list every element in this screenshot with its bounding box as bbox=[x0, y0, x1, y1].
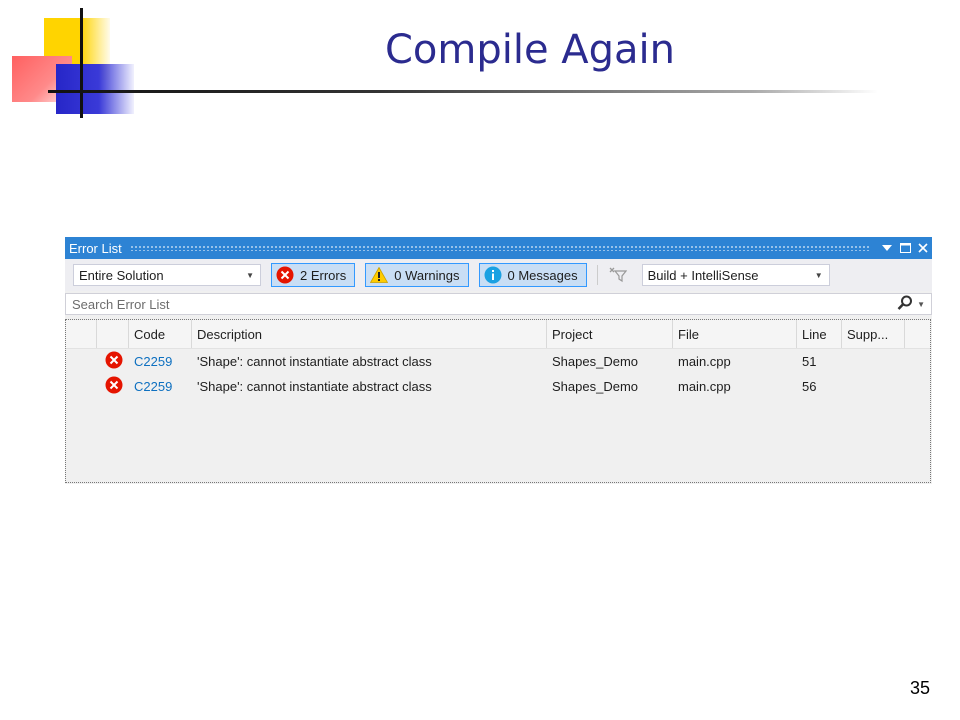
search-controls: ▼ bbox=[897, 295, 925, 314]
table-row[interactable]: C2259 'Shape': cannot instantiate abstra… bbox=[66, 349, 930, 374]
scope-combobox[interactable]: Entire Solution ▼ bbox=[73, 264, 261, 286]
info-icon bbox=[484, 266, 502, 284]
error-line: 51 bbox=[802, 354, 817, 369]
error-icon bbox=[97, 376, 129, 397]
column-header-code[interactable]: Code bbox=[129, 320, 192, 348]
source-combobox-value: Build + IntelliSense bbox=[647, 267, 759, 283]
error-description: 'Shape': cannot instantiate abstract cla… bbox=[197, 379, 432, 394]
errors-filter-label: 2 Errors bbox=[300, 267, 347, 283]
error-list-toolbar: Entire Solution ▼ 2 Errors 0 Warnings 0 … bbox=[65, 259, 932, 291]
error-code-link[interactable]: C2259 bbox=[129, 379, 192, 394]
error-file: main.cpp bbox=[678, 379, 731, 394]
error-table: Code Description Project File Line Supp.… bbox=[65, 319, 931, 483]
column-header-file[interactable]: File bbox=[673, 320, 797, 348]
error-project: Shapes_Demo bbox=[552, 379, 638, 394]
close-icon[interactable] bbox=[914, 238, 932, 258]
column-header-icon[interactable] bbox=[97, 320, 129, 348]
decor-horizontal-line bbox=[48, 90, 878, 93]
warning-icon bbox=[370, 267, 389, 283]
error-list-titlebar[interactable]: Error List bbox=[65, 237, 932, 259]
error-icon bbox=[97, 351, 129, 372]
table-row[interactable]: C2259 'Shape': cannot instantiate abstra… bbox=[66, 374, 930, 399]
titlebar-grip bbox=[129, 245, 870, 251]
error-description: 'Shape': cannot instantiate abstract cla… bbox=[197, 354, 432, 369]
search-error-list-input[interactable]: Search Error List ▼ bbox=[65, 293, 932, 315]
maximize-icon[interactable] bbox=[896, 238, 914, 258]
source-combobox[interactable]: Build + IntelliSense ▼ bbox=[641, 264, 830, 286]
error-file: main.cpp bbox=[678, 354, 731, 369]
column-header-blank[interactable] bbox=[66, 320, 97, 348]
column-header-project[interactable]: Project bbox=[547, 320, 673, 348]
messages-filter-button[interactable]: 0 Messages bbox=[478, 263, 587, 287]
search-placeholder: Search Error List bbox=[72, 296, 170, 312]
column-header-line[interactable]: Line bbox=[797, 320, 842, 348]
error-line: 56 bbox=[802, 379, 817, 394]
warnings-filter-button[interactable]: 0 Warnings bbox=[365, 263, 469, 287]
error-list-title: Error List bbox=[69, 240, 122, 256]
chevron-down-icon: ▼ bbox=[814, 270, 823, 280]
slide-title: Compile Again bbox=[384, 27, 676, 73]
chevron-down-icon: ▼ bbox=[246, 270, 254, 280]
toolbar-separator bbox=[596, 265, 598, 285]
clear-filter-icon[interactable] bbox=[606, 264, 630, 286]
column-header-suppression[interactable]: Supp... bbox=[842, 320, 905, 348]
error-code-link[interactable]: C2259 bbox=[129, 354, 192, 369]
column-header-description[interactable]: Description bbox=[192, 320, 547, 348]
table-header: Code Description Project File Line Supp.… bbox=[66, 320, 930, 349]
warnings-filter-label: 0 Warnings bbox=[394, 267, 460, 283]
error-icon bbox=[276, 266, 294, 284]
page-number: 35 bbox=[909, 678, 930, 698]
search-options-chevron-icon[interactable]: ▼ bbox=[917, 300, 925, 309]
errors-filter-button[interactable]: 2 Errors bbox=[271, 263, 356, 287]
window-dropdown-icon[interactable] bbox=[878, 238, 896, 258]
error-project: Shapes_Demo bbox=[552, 354, 638, 369]
messages-filter-label: 0 Messages bbox=[507, 267, 578, 283]
error-list-panel: Error List Entire Solution ▼ 2 Errors 0 bbox=[65, 237, 932, 484]
scope-combobox-value: Entire Solution bbox=[79, 267, 164, 283]
search-icon[interactable] bbox=[897, 295, 913, 314]
